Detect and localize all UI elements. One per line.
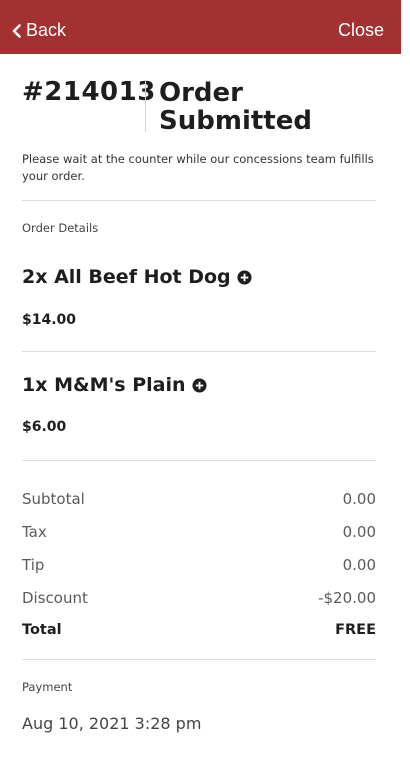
total-value: FREE xyxy=(335,622,376,638)
back-label: Back xyxy=(26,20,67,40)
order-item-title[interactable]: 2x All Beef Hot Dog xyxy=(22,266,252,288)
tax-value: 0.00 xyxy=(342,523,376,541)
order-item-title[interactable]: 1x M&M's Plain xyxy=(22,374,207,396)
tax-label: Tax xyxy=(22,523,47,541)
order-details-label: Order Details xyxy=(22,221,99,235)
close-button[interactable]: Close xyxy=(338,20,384,41)
header-divider xyxy=(145,80,146,132)
subtotal-row: Subtotal 0.00 xyxy=(22,490,376,508)
top-navigation-bar: Back Close xyxy=(0,0,401,54)
tip-value: 0.00 xyxy=(342,556,376,574)
subtotal-label: Subtotal xyxy=(22,490,85,508)
discount-label: Discount xyxy=(22,589,88,607)
payment-label: Payment xyxy=(22,680,73,694)
tip-row: Tip 0.00 xyxy=(22,556,376,574)
tip-label: Tip xyxy=(22,556,45,574)
order-item-price: $6.00 xyxy=(22,419,67,435)
plus-circle-icon xyxy=(237,269,252,285)
pickup-notice: Please wait at the counter while our con… xyxy=(22,152,374,183)
chevron-left-icon xyxy=(12,23,21,38)
order-status-title: Order Submitted xyxy=(159,78,312,136)
divider xyxy=(22,351,376,352)
order-confirmation-screen: Back Close #214013 Order Submitted Pleas… xyxy=(0,0,410,764)
subtotal-value: 0.00 xyxy=(342,490,376,508)
order-number: #214013 xyxy=(22,77,156,107)
discount-value: -$20.00 xyxy=(318,589,376,607)
back-button[interactable]: Back xyxy=(12,20,66,41)
divider xyxy=(22,200,376,201)
order-item-name: 2x All Beef Hot Dog xyxy=(22,266,231,288)
tax-row: Tax 0.00 xyxy=(22,523,376,541)
order-item-name: 1x M&M's Plain xyxy=(22,374,186,396)
order-item-price: $14.00 xyxy=(22,312,77,328)
divider xyxy=(22,460,376,461)
total-row: Total FREE xyxy=(22,622,376,638)
discount-row: Discount -$20.00 xyxy=(22,589,376,607)
divider xyxy=(22,659,376,660)
plus-circle-icon xyxy=(191,377,207,393)
payment-date: Aug 10, 2021 3:28 pm xyxy=(22,714,202,733)
total-label: Total xyxy=(22,622,62,638)
